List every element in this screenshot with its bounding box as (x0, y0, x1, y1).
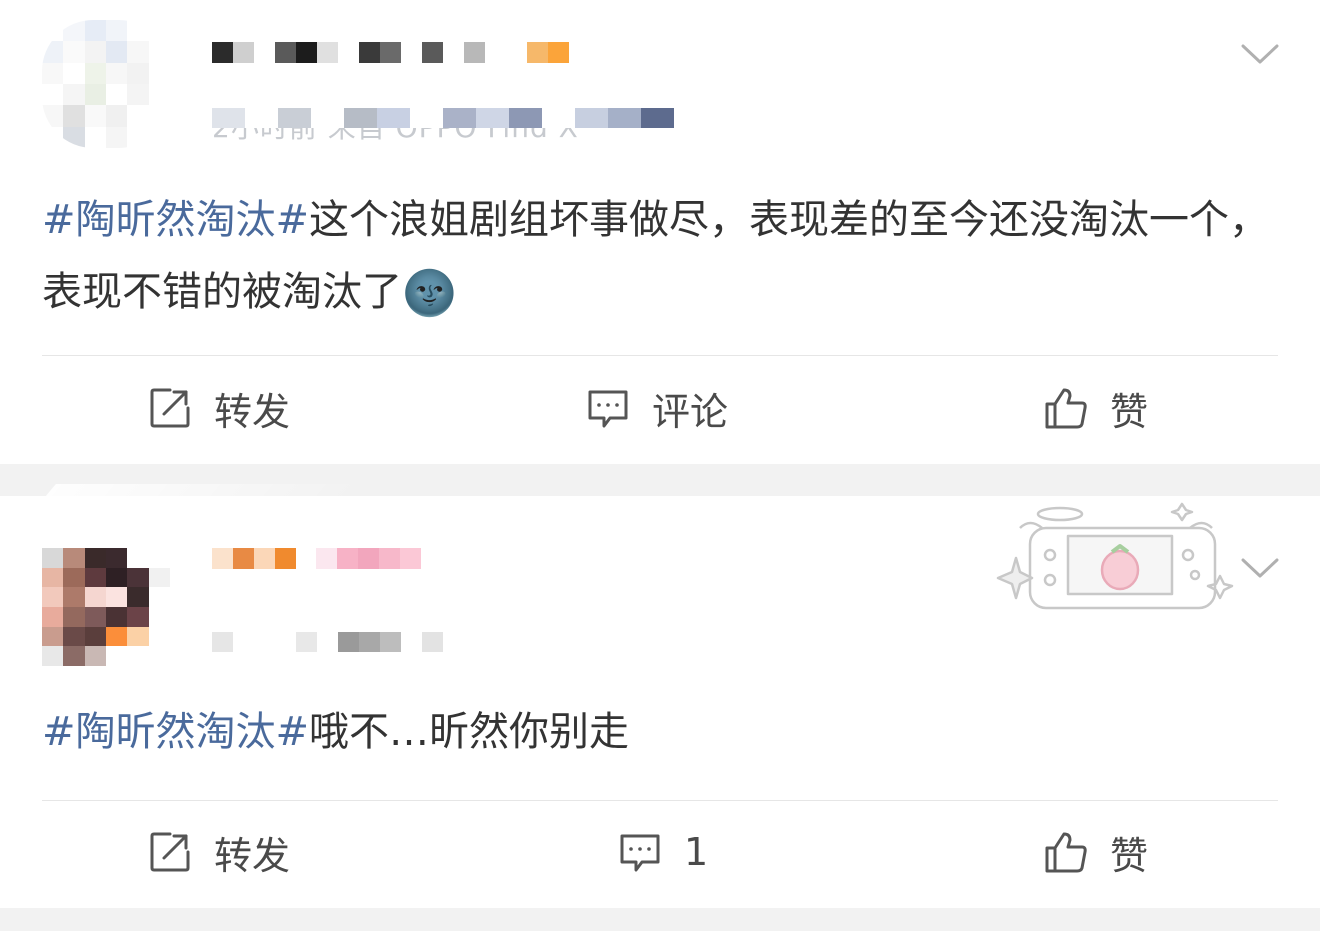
author-name-blurred-part (316, 548, 421, 569)
comment-button[interactable]: 评论 (586, 378, 728, 438)
post-card: 2小时前 来自 OPPO Find X #陶昕然淘汰#这个浪姐剧组坏事做尽，表现… (0, 0, 1320, 464)
post-meta-blur (212, 108, 674, 128)
comment-icon (618, 830, 662, 874)
new-moon-face-icon: 🌚 (402, 268, 457, 319)
author-name-blurred[interactable] (212, 42, 569, 63)
like-label: 赞 (1110, 389, 1149, 434)
post-content: #陶昕然淘汰#哦不…昕然你别走 (42, 696, 1272, 768)
divider (42, 355, 1278, 356)
hashtag-link[interactable]: #陶昕然淘汰# (42, 197, 309, 243)
repost-label: 转发 (214, 833, 291, 878)
like-label: 赞 (1110, 833, 1149, 878)
avatar[interactable] (42, 20, 170, 148)
repost-label: 转发 (214, 389, 291, 434)
post-content: #陶昕然淘汰#这个浪姐剧组坏事做尽，表现差的至今还没淘汰一个，表现不错的被淘汰了… (42, 184, 1272, 330)
repost-button[interactable]: 转发 (148, 822, 290, 882)
post-meta-blur (212, 632, 443, 652)
like-button[interactable]: 赞 (1044, 378, 1148, 438)
divider (42, 800, 1278, 801)
game-console-strawberry-badge-icon (990, 500, 1240, 630)
comment-button[interactable]: 1 (618, 822, 708, 882)
thumbs-up-icon (1044, 386, 1088, 430)
comment-label: 评论 (652, 389, 729, 434)
comment-icon (586, 386, 630, 430)
share-icon (148, 386, 192, 430)
hashtag-link[interactable]: #陶昕然淘汰# (42, 709, 309, 755)
like-button[interactable]: 赞 (1044, 822, 1148, 882)
thumbs-up-icon (1044, 830, 1088, 874)
author-name-blurred[interactable] (212, 548, 296, 569)
chevron-down-icon[interactable] (1240, 556, 1280, 580)
post-body-text: 哦不…昕然你别走 (309, 709, 630, 755)
avatar[interactable] (42, 548, 170, 666)
comment-count: 1 (684, 830, 709, 874)
repost-button[interactable]: 转发 (148, 378, 290, 438)
chevron-down-icon[interactable] (1240, 42, 1280, 66)
share-icon (148, 830, 192, 874)
